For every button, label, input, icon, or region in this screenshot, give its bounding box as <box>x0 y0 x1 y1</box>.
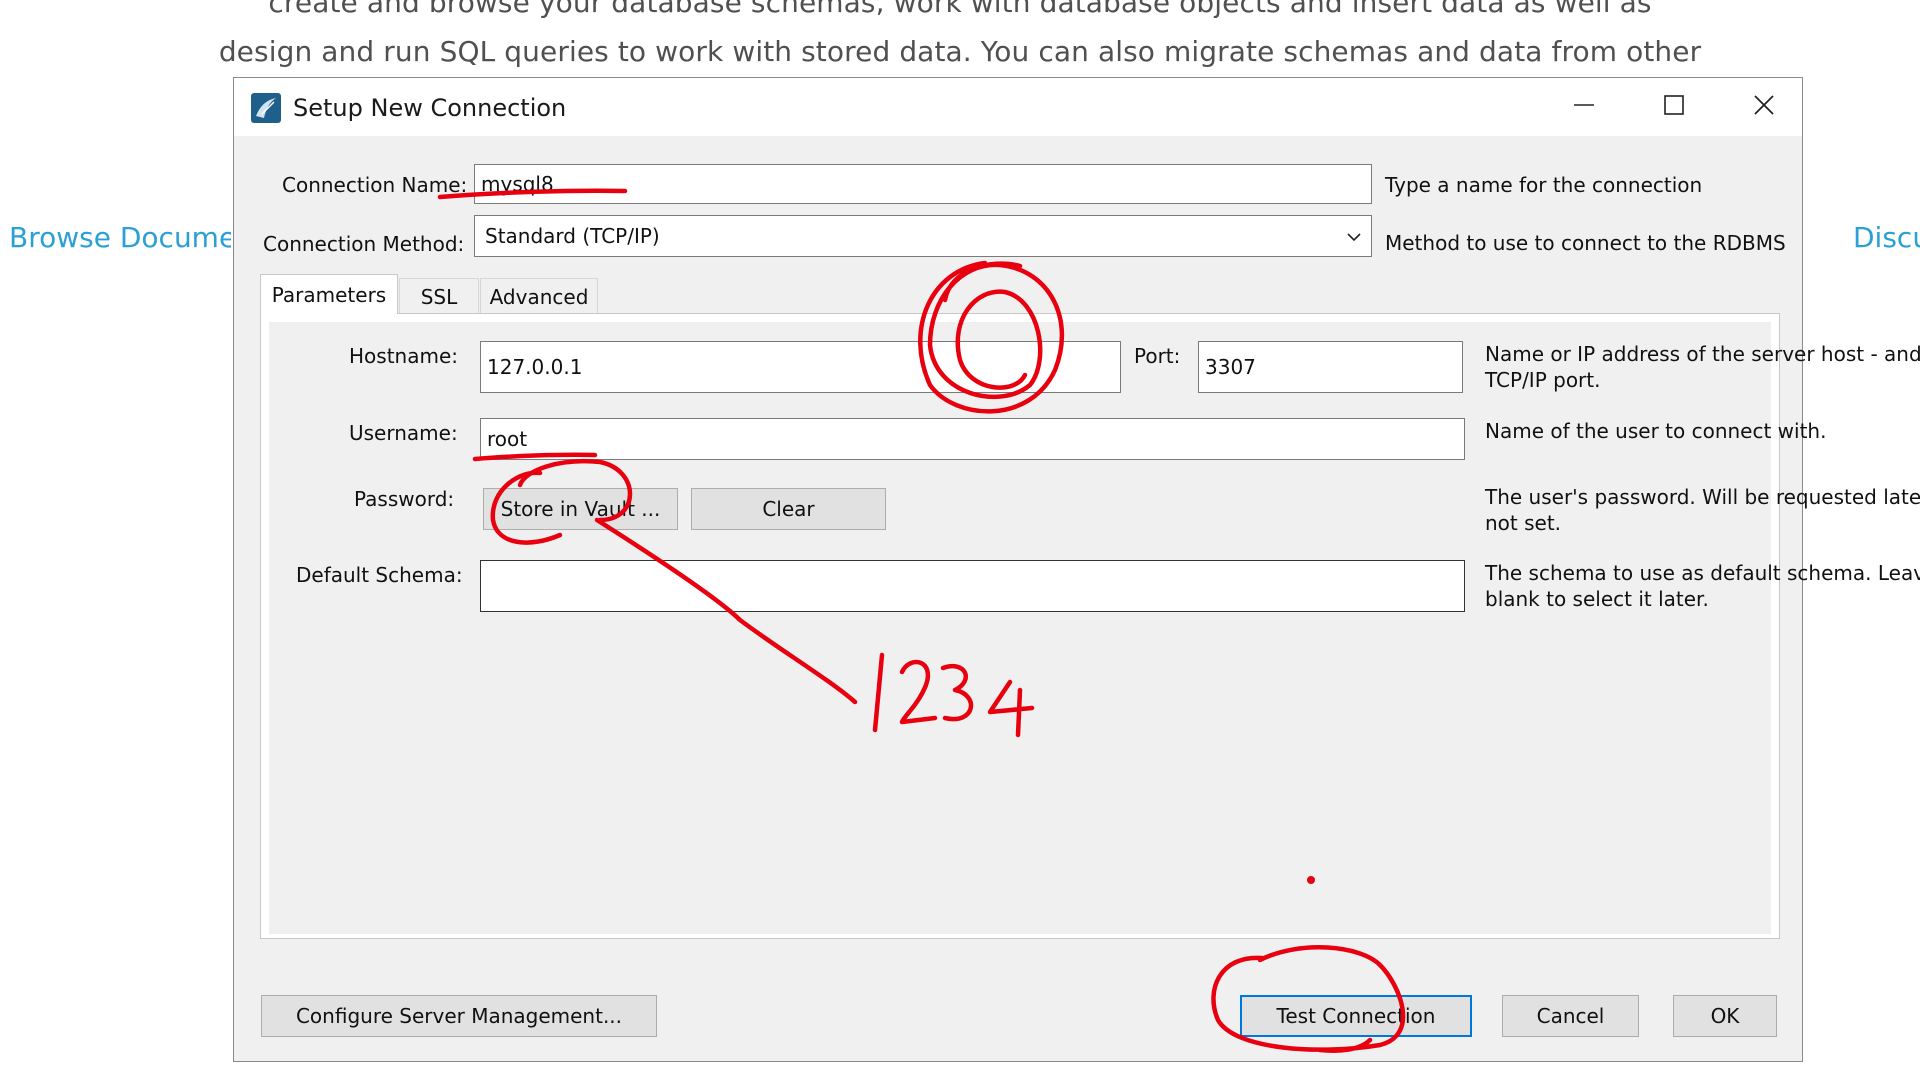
minimize-button[interactable] <box>1540 78 1628 136</box>
configure-server-management-button[interactable]: Configure Server Management... <box>261 995 657 1037</box>
ok-button[interactable]: OK <box>1673 995 1777 1037</box>
port-input[interactable]: 3307 <box>1198 341 1463 393</box>
maximize-button[interactable] <box>1630 78 1718 136</box>
password-label: Password: <box>354 487 455 511</box>
connection-name-input[interactable]: mysql8 <box>474 164 1372 204</box>
username-hint: Name of the user to connect with. <box>1485 419 1827 443</box>
test-connection-button[interactable]: Test Connection <box>1240 995 1472 1037</box>
connection-method-select[interactable]: Standard (TCP/IP) <box>474 215 1372 257</box>
browse-documentation-link[interactable]: Browse Documentation <box>9 221 231 254</box>
chevron-down-icon <box>1345 227 1363 251</box>
cancel-button[interactable]: Cancel <box>1502 995 1639 1037</box>
store-in-vault-button[interactable]: Store in Vault ... <box>483 488 678 530</box>
tab-parameters[interactable]: Parameters <box>260 274 398 314</box>
close-button[interactable] <box>1720 78 1808 136</box>
tab-ssl[interactable]: SSL <box>399 278 479 314</box>
mysql-workbench-icon <box>250 92 282 124</box>
setup-connection-dialog: Setup New Connection Connection Name: my… <box>233 77 1920 1062</box>
hostname-hint: Name or IP address of the server host - … <box>1485 342 1920 392</box>
connection-method-value: Standard (TCP/IP) <box>485 224 660 248</box>
connection-method-hint: Method to use to connect to the RDBMS <box>1385 231 1786 255</box>
password-hint: The user's password. Will be requested l… <box>1485 485 1920 535</box>
connection-method-label: Connection Method: <box>263 232 465 256</box>
parameters-panel <box>260 313 1780 939</box>
default-schema-input[interactable] <box>480 560 1465 612</box>
parameters-panel-body <box>269 322 1771 934</box>
port-label: Port: <box>1134 344 1181 368</box>
title-bar[interactable]: Setup New Connection <box>234 78 1802 136</box>
close-icon <box>1753 94 1775 121</box>
background-text-line-2: design and run SQL queries to work with … <box>218 35 1702 68</box>
connection-name-label: Connection Name: <box>282 173 468 197</box>
tab-advanced[interactable]: Advanced <box>480 278 598 314</box>
maximize-icon <box>1663 94 1685 121</box>
username-label: Username: <box>349 421 458 445</box>
hostname-input[interactable]: 127.0.0.1 <box>480 341 1121 393</box>
default-schema-hint: The schema to use as default schema. Lea… <box>1485 561 1920 611</box>
hostname-label: Hostname: <box>349 344 458 368</box>
background-text-line-1: create and browse your database schemas,… <box>268 0 1652 19</box>
minimize-icon <box>1573 94 1595 121</box>
clear-password-button[interactable]: Clear <box>691 488 886 530</box>
username-input[interactable]: root <box>480 418 1465 460</box>
default-schema-label: Default Schema: <box>296 563 463 587</box>
connection-name-hint: Type a name for the connection <box>1385 173 1703 197</box>
discuss-link[interactable]: Discuss <box>1853 221 1920 254</box>
window-title: Setup New Connection <box>293 94 567 122</box>
